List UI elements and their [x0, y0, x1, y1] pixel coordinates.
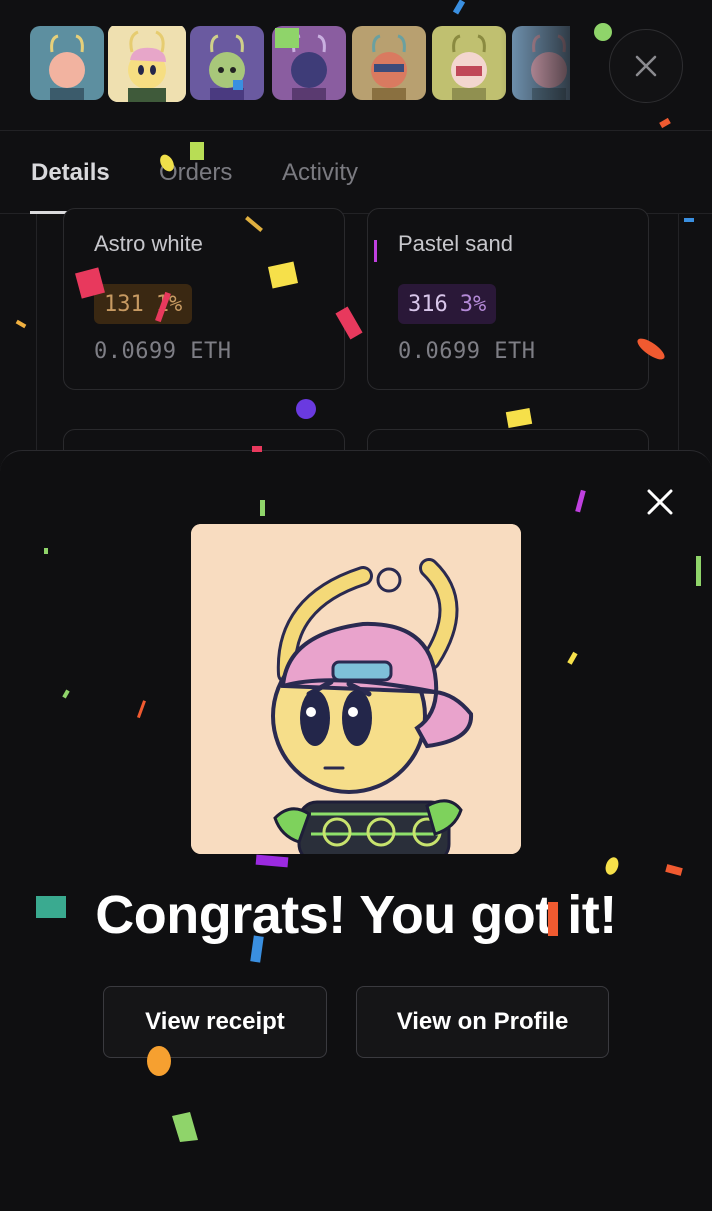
trait-percent: 1%: [155, 291, 183, 317]
close-icon: [647, 489, 673, 515]
trait-name: Astro white: [94, 231, 203, 256]
item-detail-background: Details Orders Activity Astro white 131 …: [0, 0, 712, 491]
trait-price-currency: ETH: [494, 339, 536, 364]
trait-count: 316: [408, 291, 448, 317]
trait-price-value: 0.0699: [398, 339, 481, 364]
trait-price-value: 0.0699: [94, 339, 177, 364]
trait-price-currency: ETH: [190, 339, 232, 364]
traits-grid: Astro white 131 1% 0.0699 ETH Pastel san…: [36, 208, 679, 491]
view-receipt-button[interactable]: View receipt: [103, 986, 327, 1058]
trait-floor-price: 0.0699 ETH: [398, 339, 535, 364]
thumbnail-strip-fade: [500, 26, 570, 102]
thumbnail-strip[interactable]: [30, 26, 570, 102]
tab-activity[interactable]: Activity: [282, 159, 358, 187]
view-on-profile-button[interactable]: View on Profile: [356, 986, 609, 1058]
thumbnail-4[interactable]: [272, 26, 346, 100]
trait-rarity-badge: 316 3%: [398, 284, 497, 324]
trait-card-pastel-sand[interactable]: Pastel sand 316 3% 0.0699 ETH: [367, 208, 649, 390]
thumbnail-2-selected[interactable]: [108, 26, 186, 102]
detail-tabs: Details Orders Activity: [0, 130, 712, 215]
thumbnail-1[interactable]: [30, 26, 104, 100]
close-detail-button[interactable]: [609, 29, 683, 103]
thumbnail-3[interactable]: [190, 26, 264, 100]
tab-orders[interactable]: Orders: [159, 159, 232, 187]
success-title: Congrats! You got it!: [95, 885, 617, 945]
nft-artwork: [191, 524, 521, 854]
thumbnail-6[interactable]: [432, 26, 506, 100]
tab-details[interactable]: Details: [31, 159, 110, 187]
trait-name: Pastel sand: [398, 231, 513, 256]
trait-card-astro-white[interactable]: Astro white 131 1% 0.0699 ETH: [63, 208, 345, 390]
close-icon: [635, 55, 657, 77]
trait-rarity-badge: 131 1%: [94, 284, 193, 324]
close-sheet-button[interactable]: [640, 482, 680, 522]
thumbnail-5[interactable]: [352, 26, 426, 100]
trait-percent: 3%: [459, 291, 487, 317]
trait-count: 131: [104, 291, 144, 317]
trait-floor-price: 0.0699 ETH: [94, 339, 231, 364]
